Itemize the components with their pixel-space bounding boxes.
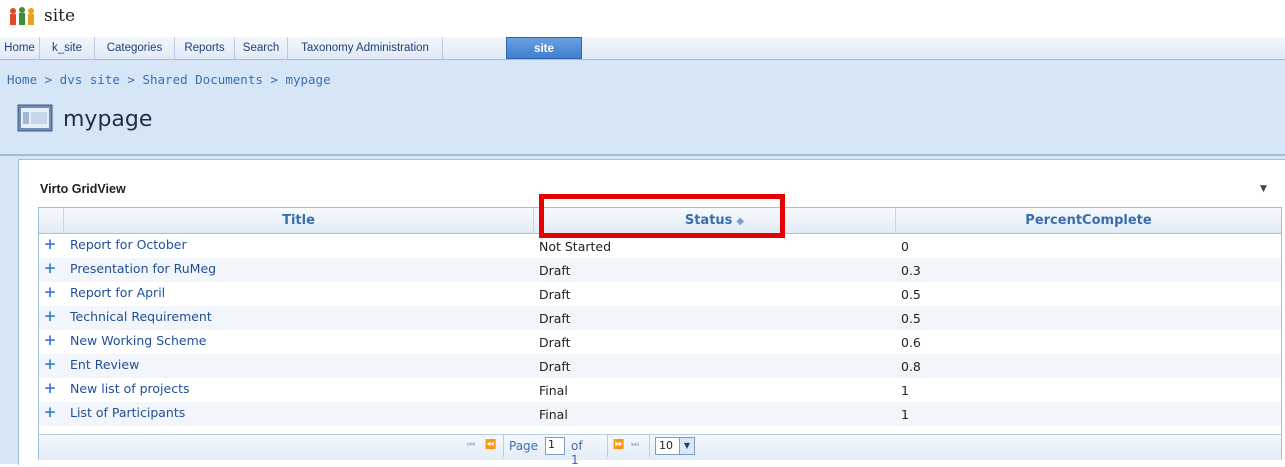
site-title-bar: site (0, 0, 1285, 37)
page-size-select[interactable]: 10 ▼ (655, 437, 695, 455)
page-header: Home > dvs site > Shared Documents > myp… (0, 60, 1285, 156)
row-percent: 0.8 (901, 359, 921, 374)
tab-site[interactable]: site (506, 37, 582, 59)
expand-plus-icon[interactable]: + (43, 405, 57, 420)
table-row[interactable]: + Technical Requirement Draft 0.5 (39, 306, 1281, 330)
expand-plus-icon[interactable]: + (43, 357, 57, 372)
last-page-icon[interactable]: ⏭ (631, 440, 639, 450)
row-title[interactable]: New Working Scheme (70, 333, 206, 348)
expand-plus-icon[interactable]: + (43, 309, 57, 324)
page-layout-icon (17, 104, 53, 132)
prev-page-icon[interactable]: ⏪ (485, 440, 496, 450)
row-status: Final (539, 407, 568, 422)
column-header-title[interactable]: Title (64, 208, 534, 233)
row-status: Not Started (539, 239, 612, 254)
table-row[interactable]: + New list of projects Final 1 (39, 378, 1281, 402)
expand-column-header (39, 208, 64, 233)
page-label: Page (509, 439, 539, 453)
table-row[interactable]: + Presentation for RuMeg Draft 0.3 (39, 258, 1281, 282)
first-page-icon[interactable]: ⏮ (467, 440, 475, 450)
tab-home[interactable]: Home (0, 37, 40, 59)
row-title[interactable]: New list of projects (70, 381, 190, 396)
expand-plus-icon[interactable]: + (43, 261, 57, 276)
row-status: Draft (539, 311, 571, 326)
row-percent: 0 (901, 239, 909, 254)
grid-pager: ⏮ ⏪ Page 1 of 1 ⏩ ⏭ 10 ▼ (39, 434, 1281, 467)
row-status: Draft (539, 335, 571, 350)
expand-plus-icon[interactable]: + (43, 381, 57, 396)
highlight-box (539, 194, 785, 238)
tab-reports[interactable]: Reports (175, 37, 235, 59)
expand-plus-icon[interactable]: + (43, 237, 57, 252)
column-header-percentcomplete[interactable]: PercentComplete (896, 208, 1281, 233)
table-row[interactable]: + Ent Review Draft 0.8 (39, 354, 1281, 378)
row-title[interactable]: Ent Review (70, 357, 139, 372)
tab-taxonomy-administration[interactable]: Taxonomy Administration (288, 37, 443, 59)
next-page-icon[interactable]: ⏩ (613, 440, 624, 450)
breadcrumb[interactable]: Home > dvs site > Shared Documents > myp… (7, 72, 331, 87)
page-title: mypage (63, 107, 153, 132)
top-nav-tabs: Home k_site Categories Reports Search Ta… (0, 37, 1285, 60)
row-status: Draft (539, 359, 571, 374)
row-title[interactable]: Technical Requirement (70, 309, 212, 324)
webpart-title: Virto GridView (40, 182, 126, 196)
row-status: Draft (539, 287, 571, 302)
row-percent: 0.6 (901, 335, 921, 350)
grid-view: Title Status ◆ PercentComplete + Report f… (38, 207, 1282, 467)
table-row[interactable]: + New Working Scheme Draft 0.6 (39, 330, 1281, 354)
page-of-label: of 1 (571, 439, 583, 467)
row-title[interactable]: Report for April (70, 285, 165, 300)
row-title[interactable]: List of Participants (70, 405, 185, 420)
expand-plus-icon[interactable]: + (43, 333, 57, 348)
column-header-percentcomplete-label: PercentComplete (1025, 213, 1152, 228)
row-percent: 0.5 (901, 287, 921, 302)
chevron-down-icon: ▼ (679, 438, 694, 454)
row-status: Draft (539, 263, 571, 278)
page-number-input[interactable]: 1 (545, 437, 565, 455)
page-size-value: 10 (659, 439, 673, 452)
row-title[interactable]: Presentation for RuMeg (70, 261, 216, 276)
tab-k-site[interactable]: k_site (40, 37, 95, 59)
tab-search[interactable]: Search (235, 37, 288, 59)
pager-separator (649, 435, 650, 457)
table-row[interactable]: + Report for April Draft 0.5 (39, 282, 1281, 306)
row-percent: 1 (901, 383, 909, 398)
expand-plus-icon[interactable]: + (43, 285, 57, 300)
row-status: Final (539, 383, 568, 398)
row-percent: 1 (901, 407, 909, 422)
webpart-menu-icon[interactable]: ▼ (1260, 184, 1267, 194)
column-header-title-label: Title (282, 213, 315, 228)
row-title[interactable]: Report for October (70, 237, 187, 252)
pager-separator (607, 435, 608, 457)
tab-categories[interactable]: Categories (95, 37, 175, 59)
left-strip (0, 156, 12, 464)
table-row[interactable]: + List of Participants Final 1 (39, 402, 1281, 426)
row-percent: 0.5 (901, 311, 921, 326)
site-logo-icon (10, 7, 34, 25)
row-percent: 0.3 (901, 263, 921, 278)
pager-separator (503, 435, 504, 457)
site-name: site (44, 6, 76, 26)
